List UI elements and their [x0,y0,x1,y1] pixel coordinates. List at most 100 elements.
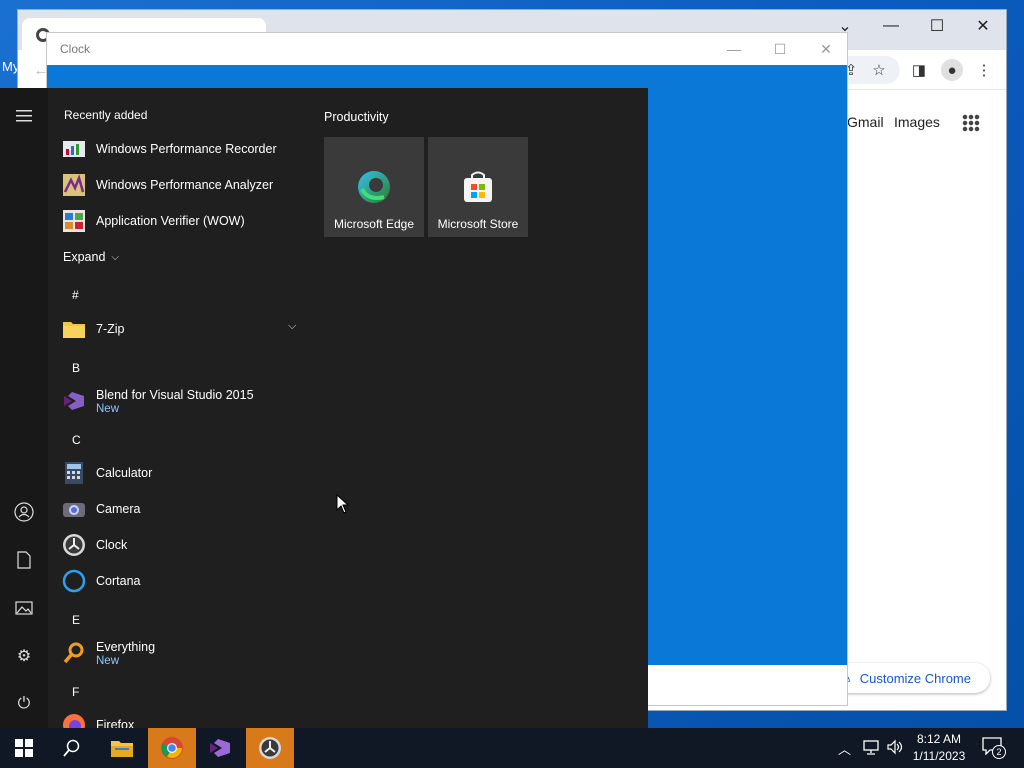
start-button[interactable] [0,728,48,768]
tile-microsoft-store[interactable]: Microsoft Store [428,137,528,237]
app-windows-performance-analyzer[interactable]: Windows Performance Analyzer [62,168,302,202]
clock-app-icon [62,533,86,557]
search-button[interactable] [48,728,96,768]
settings-gear-icon[interactable]: ⚙ [12,644,36,668]
search-icon [63,739,80,757]
taskbar: ︿ 8:12 AM 1/11/2023 2 [0,728,1024,768]
chevron-down-icon: ⌵ [111,251,119,263]
app-calculator[interactable]: Calculator [62,456,302,490]
app-application-verifier[interactable]: Application Verifier (WOW) [62,204,302,238]
taskbar-date: 1/11/2023 [912,749,966,763]
folder-icon [62,317,86,341]
apps-list: Recently added Windows Performance Recor… [48,88,318,728]
blend-icon [62,389,86,413]
side-panel-icon[interactable]: ◨ [908,59,930,81]
folder-chevron-down-icon[interactable]: ⌵ [288,320,296,333]
taskbar-clock-area[interactable]: 8:12 AM 1/11/2023 [908,731,970,765]
chrome-minimize-button[interactable]: — [868,10,914,42]
chrome-maximize-button[interactable]: ☐ [914,10,960,42]
app-label: Application Verifier (WOW) [96,213,245,228]
group-letter-c[interactable]: C [72,433,81,447]
performance-recorder-icon [62,137,86,161]
app-everything[interactable]: Everything New [62,636,302,670]
mouse-cursor-icon [336,493,350,517]
new-badge: New [96,654,120,667]
app-cortana[interactable]: Cortana [62,564,302,598]
customize-chrome-label: Customize Chrome [859,670,971,686]
clock-window-title: Clock [60,42,91,56]
app-label: Camera [96,501,141,516]
app-label: Calculator [96,465,153,480]
app-windows-performance-recorder[interactable]: Windows Performance Recorder [62,132,302,166]
clock-minimize-button[interactable]: — [711,33,757,65]
calculator-icon [62,461,86,485]
omnibox-end[interactable]: ⇪ ☆ [840,56,900,84]
app-7zip-folder[interactable]: 7-Zip [62,312,302,346]
chrome-close-button[interactable]: ✕ [960,10,1006,42]
profile-avatar-icon[interactable]: ● [941,59,963,81]
chrome-menu-icon[interactable]: ⋮ [973,59,995,81]
taskbar-chrome[interactable] [148,728,196,768]
clock-maximize-button[interactable]: ☐ [757,33,803,65]
images-link[interactable]: Images [894,114,940,130]
recently-added-heading: Recently added [64,108,148,122]
group-letter-b[interactable]: B [72,361,80,375]
taskbar-clock[interactable] [246,728,294,768]
app-blend-visual-studio[interactable]: Blend for Visual Studio 2015 New [62,384,302,418]
gmail-link[interactable]: Gmail [847,114,884,130]
expand-button[interactable]: Expand ⌵ [63,240,303,274]
app-label: Clock [96,537,128,552]
pictures-icon[interactable] [12,596,36,620]
cortana-icon [62,569,86,593]
network-icon[interactable] [862,738,880,759]
chrome-icon [161,737,183,759]
clock-close-button[interactable]: ✕ [803,33,849,65]
app-label: 7-Zip [96,321,125,336]
tile-label: Microsoft Edge [333,217,415,231]
firefox-icon [62,713,86,728]
user-account-icon[interactable] [12,500,36,524]
taskbar-file-explorer[interactable] [98,728,146,768]
group-letter-e[interactable]: E [72,613,80,627]
action-center-button[interactable]: 2 [982,737,1008,759]
start-rail: ⚙ ⏻ [0,88,48,728]
google-apps-icon[interactable] [962,114,980,132]
app-camera[interactable]: Camera [62,492,302,526]
expand-label: Expand [63,249,106,264]
application-verifier-icon [62,209,86,233]
group-letter-f[interactable]: F [72,685,79,699]
app-firefox[interactable]: Firefox [62,708,302,728]
app-label: Firefox [96,717,135,729]
tile-label: Microsoft Store [437,217,519,231]
file-explorer-icon [111,741,133,757]
group-letter-hash[interactable]: # [72,288,79,302]
app-label: Windows Performance Recorder [96,141,277,156]
performance-analyzer-icon [62,173,86,197]
clock-titlebar[interactable]: Clock — ☐ ✕ [47,33,847,65]
visual-studio-icon [210,739,230,757]
app-label: Everything [96,639,156,654]
bookmark-star-icon[interactable]: ☆ [868,59,890,81]
power-icon[interactable]: ⏻ [12,692,36,716]
app-label: Blend for Visual Studio 2015 [96,387,254,402]
hamburger-menu-icon[interactable] [12,104,36,128]
app-label: Cortana [96,573,141,588]
clock-app-icon [259,737,281,759]
everything-search-icon [62,641,86,665]
volume-icon[interactable] [886,738,904,759]
desktop-icon-label[interactable]: My [2,59,19,74]
customize-chrome-button[interactable]: ✎ Customize Chrome [824,663,990,693]
camera-icon [62,497,86,521]
app-clock[interactable]: Clock [62,528,302,562]
show-hidden-icons-icon[interactable]: ︿ [838,739,851,758]
notification-count-badge: 2 [992,745,1006,759]
tile-microsoft-edge[interactable]: Microsoft Edge [324,137,424,237]
app-label: Windows Performance Analyzer [96,177,274,192]
store-icon [461,170,495,207]
taskbar-visual-studio[interactable] [196,728,244,768]
edge-icon [356,169,392,208]
windows-logo-icon [15,739,33,757]
start-menu: ⚙ ⏻ Recently added Windows Performance R… [0,88,648,728]
documents-icon[interactable] [12,548,36,572]
productivity-group-title[interactable]: Productivity [324,110,389,124]
